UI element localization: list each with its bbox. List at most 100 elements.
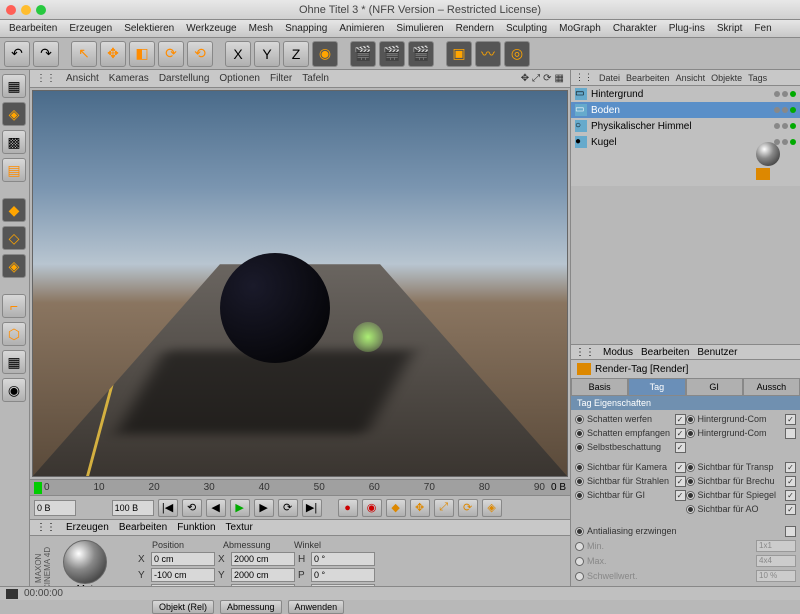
vp-nav-layout-icon[interactable]: ▦ [555, 73, 564, 84]
vp-optionen[interactable]: Optionen [219, 73, 260, 84]
key-param-button[interactable]: ◈ [482, 499, 502, 517]
last-tool[interactable]: ⟲ [187, 41, 213, 67]
om-bearbeiten[interactable]: Bearbeiten [626, 73, 670, 83]
vp-nav-zoom-icon[interactable]: ⤢ [532, 73, 540, 84]
prev-frame-button[interactable]: ◀ [206, 499, 226, 517]
tab-gi[interactable]: GI [686, 378, 743, 396]
scale-tool[interactable]: ◧ [129, 41, 155, 67]
pos-y-input[interactable] [151, 568, 215, 582]
record-button[interactable]: ● [338, 499, 358, 517]
menu-selektieren[interactable]: Selektieren [119, 21, 179, 36]
om-tags[interactable]: Tags [748, 73, 767, 83]
radio-icon[interactable] [575, 415, 584, 424]
frame-end-input[interactable] [112, 500, 154, 516]
vp-ansicht[interactable]: Ansicht [66, 73, 99, 84]
checkbox[interactable] [785, 526, 796, 537]
checkbox[interactable] [675, 490, 686, 501]
radio-icon[interactable] [686, 415, 695, 424]
model-mode[interactable]: ◈ [2, 102, 26, 126]
x-axis-lock[interactable]: X [225, 41, 251, 67]
menu-rendern[interactable]: Rendern [451, 21, 499, 36]
add-generator[interactable]: ◎ [504, 41, 530, 67]
ang-p-input[interactable] [311, 568, 375, 582]
menu-erzeugen[interactable]: Erzeugen [64, 21, 117, 36]
poly-mode[interactable]: ◈ [2, 254, 26, 278]
pos-x-input[interactable] [151, 552, 215, 566]
menu-bearbeiten[interactable]: Bearbeiten [4, 21, 62, 36]
radio-icon[interactable] [575, 463, 584, 472]
radio-icon[interactable] [686, 491, 695, 500]
menu-simulieren[interactable]: Simulieren [391, 21, 448, 36]
render-tag-icon[interactable] [756, 168, 770, 180]
redo-button[interactable]: ↷ [33, 41, 59, 67]
checkbox[interactable] [675, 476, 686, 487]
checkbox[interactable] [675, 442, 686, 453]
add-spline[interactable]: 〰 [475, 41, 501, 67]
tab-ausschluss[interactable]: Aussch [743, 378, 800, 396]
window-maximize[interactable] [36, 5, 46, 15]
make-editable[interactable]: ▦ [2, 74, 26, 98]
z-axis-lock[interactable]: Z [283, 41, 309, 67]
menu-mograph[interactable]: MoGraph [554, 21, 606, 36]
next-key-button[interactable]: ⟳ [278, 499, 298, 517]
vp-kameras[interactable]: Kameras [109, 73, 149, 84]
checkbox[interactable] [675, 428, 686, 439]
am-modus[interactable]: Modus [603, 347, 633, 358]
play-button[interactable]: ▶ [230, 499, 250, 517]
vp-darstellung[interactable]: Darstellung [159, 73, 210, 84]
tab-basis[interactable]: Basis [571, 378, 628, 396]
mat-bearbeiten[interactable]: Bearbeiten [119, 522, 167, 533]
vp-nav-move-icon[interactable]: ✥ [521, 73, 529, 84]
checkbox[interactable] [785, 476, 796, 487]
coord-dim-mode-select[interactable]: Abmessung [220, 600, 282, 614]
timeline-ruler[interactable]: 0 10 20 30 40 50 60 70 80 90 0 B [30, 479, 570, 495]
radio-icon[interactable] [575, 429, 584, 438]
dim-x-input[interactable] [231, 552, 295, 566]
checkbox[interactable] [785, 428, 796, 439]
mat-erzeugen[interactable]: Erzeugen [66, 522, 109, 533]
checkbox[interactable] [785, 462, 796, 473]
om-ansicht[interactable]: Ansicht [676, 73, 706, 83]
menu-animieren[interactable]: Animieren [334, 21, 389, 36]
radio-icon[interactable] [686, 463, 695, 472]
render-view[interactable]: 🎬 [350, 41, 376, 67]
move-tool[interactable]: ✥ [100, 41, 126, 67]
radio-icon[interactable] [575, 527, 584, 536]
select-tool[interactable]: ↖ [71, 41, 97, 67]
goto-start-button[interactable]: |◀ [158, 499, 178, 517]
key-scale-button[interactable]: ⤢ [434, 499, 454, 517]
autokey-button[interactable]: ◉ [362, 499, 382, 517]
checkbox[interactable] [785, 490, 796, 501]
vp-nav-rotate-icon[interactable]: ⟳ [543, 73, 551, 84]
ang-h-input[interactable] [311, 552, 375, 566]
coord-system[interactable]: ◉ [312, 41, 338, 67]
snap-toggle[interactable]: ⬡ [2, 322, 26, 346]
radio-icon[interactable] [575, 491, 584, 500]
window-close[interactable] [6, 5, 16, 15]
object-row[interactable]: ○ Physikalischer Himmel [571, 118, 800, 134]
undo-button[interactable]: ↶ [4, 41, 30, 67]
menu-charakter[interactable]: Charakter [608, 21, 662, 36]
menu-plugins[interactable]: Plug-ins [664, 21, 710, 36]
soft-select[interactable]: ◉ [2, 378, 26, 402]
radio-icon[interactable] [575, 443, 584, 452]
material-tag-icon[interactable] [756, 142, 780, 166]
prev-key-button[interactable]: ⟲ [182, 499, 202, 517]
axis-mode[interactable]: ⌐ [2, 294, 26, 318]
menu-mesh[interactable]: Mesh [244, 21, 278, 36]
y-axis-lock[interactable]: Y [254, 41, 280, 67]
vp-filter[interactable]: Filter [270, 73, 292, 84]
object-row[interactable]: ▭ Hintergrund [571, 86, 800, 102]
add-cube[interactable]: ▣ [446, 41, 472, 67]
key-pos-button[interactable]: ✥ [410, 499, 430, 517]
radio-icon[interactable] [686, 477, 695, 486]
next-frame-button[interactable]: ▶ [254, 499, 274, 517]
om-datei[interactable]: Datei [599, 73, 620, 83]
om-objekte[interactable]: Objekte [711, 73, 742, 83]
menu-sculpting[interactable]: Sculpting [501, 21, 552, 36]
coord-apply-button[interactable]: Anwenden [288, 600, 345, 614]
workplane-mode[interactable]: ▤ [2, 158, 26, 182]
tab-tag[interactable]: Tag [628, 378, 685, 396]
checkbox[interactable] [675, 462, 686, 473]
radio-icon[interactable] [686, 429, 695, 438]
